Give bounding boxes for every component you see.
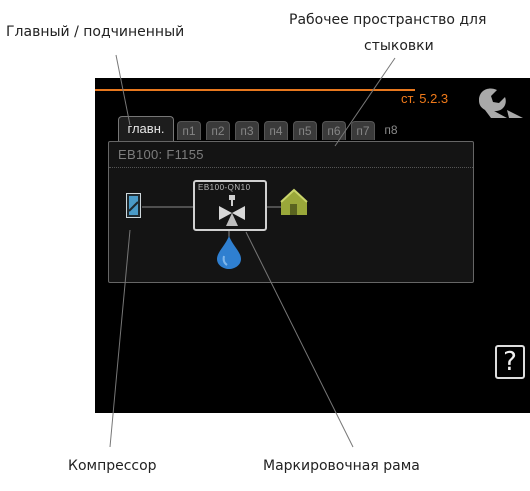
docking-workspace: EB100: F1155 EB100-QN10 xyxy=(108,141,474,283)
tab-main[interactable]: главн. xyxy=(118,116,174,142)
tab-p6[interactable]: п6 xyxy=(322,121,346,140)
compressor-icon[interactable] xyxy=(126,193,141,218)
tab-p2[interactable]: п2 xyxy=(206,121,230,140)
valve-icon xyxy=(219,195,245,226)
annotation-master-slave: Главный / подчиненный xyxy=(6,24,185,40)
marking-frame[interactable]: EB100-QN10 xyxy=(193,180,267,231)
tab-p7[interactable]: п7 xyxy=(351,121,375,140)
annotation-docking-workspace-line2: стыковки xyxy=(364,38,434,54)
tab-p3[interactable]: п3 xyxy=(235,121,259,140)
help-button[interactable]: ? xyxy=(495,345,525,379)
annotation-compressor: Компрессор xyxy=(68,458,157,474)
tab-p1[interactable]: п1 xyxy=(177,121,201,140)
page-number: ст. 5.2.3 xyxy=(401,91,449,106)
water-drop-icon[interactable] xyxy=(215,234,243,270)
valve-label: EB100-QN10 xyxy=(198,183,251,192)
wrench-icon[interactable] xyxy=(477,84,527,118)
annotation-marking-frame: Маркировочная рама xyxy=(263,458,420,474)
device-screen: ст. 5.2.3 главн. п1 п2 п3 п4 п5 п6 п7 п8… xyxy=(95,78,530,413)
tab-p5[interactable]: п5 xyxy=(293,121,317,140)
annotation-docking-workspace-line1: Рабочее пространство для xyxy=(289,12,487,28)
tab-p4[interactable]: п4 xyxy=(264,121,288,140)
house-icon[interactable] xyxy=(279,188,309,216)
tab-p8[interactable]: п8 xyxy=(379,121,403,140)
accent-line xyxy=(95,89,415,91)
